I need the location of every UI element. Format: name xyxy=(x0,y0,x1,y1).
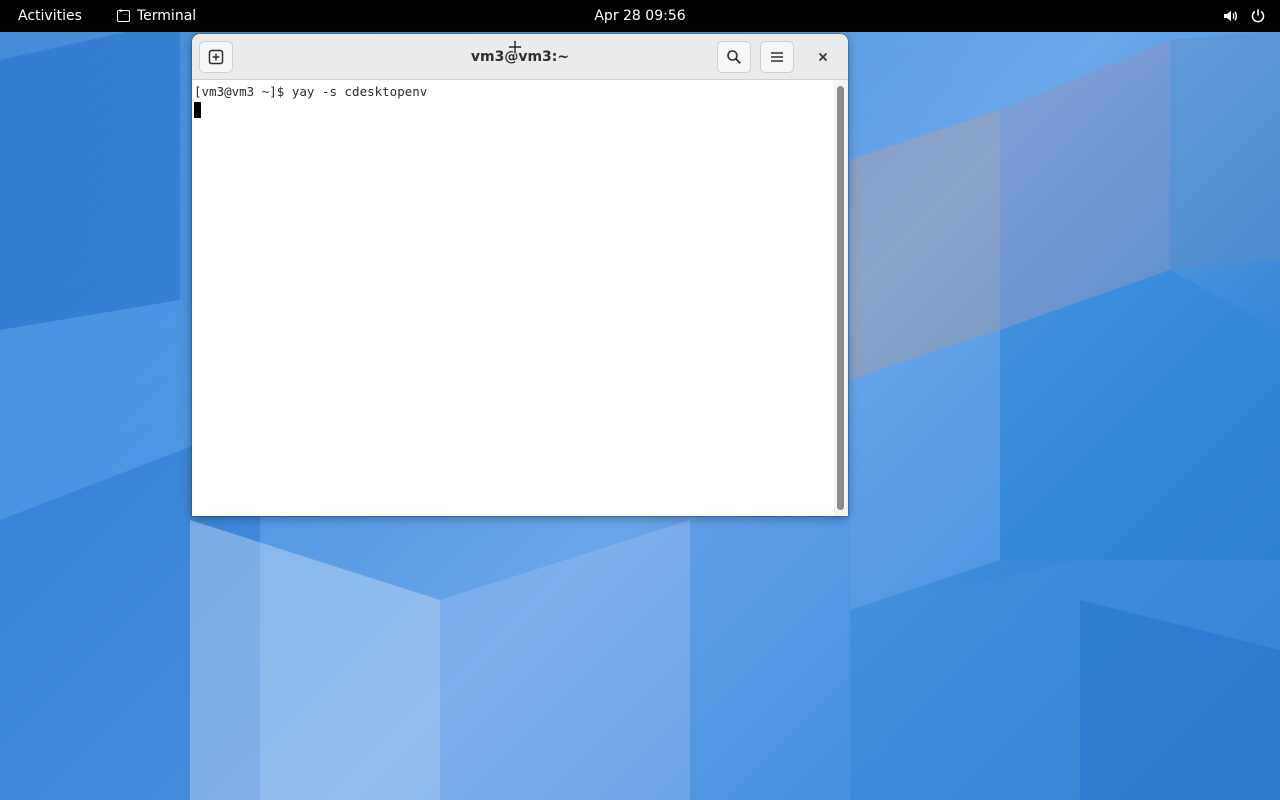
app-menu-label: Terminal xyxy=(137,8,197,24)
terminal-icon xyxy=(117,7,130,22)
top-bar: Activities Terminal Apr 28 09:56 xyxy=(0,0,1280,32)
volume-icon xyxy=(1224,11,1237,21)
clock[interactable]: Apr 28 09:56 xyxy=(594,8,685,24)
close-icon xyxy=(818,52,828,62)
terminal-prompt-line: [vm3@vm3 ~]$ yay -s cdesktopenv xyxy=(194,84,428,99)
text-cursor xyxy=(194,102,201,118)
terminal-scrollbar[interactable] xyxy=(834,80,848,516)
activities-button[interactable]: Activities xyxy=(18,0,82,32)
search-icon xyxy=(727,50,741,64)
system-menu[interactable] xyxy=(1222,0,1266,32)
move-cursor-icon xyxy=(508,40,522,54)
hamburger-menu-icon xyxy=(771,52,783,62)
power-icon xyxy=(1251,9,1265,23)
terminal-window: vm3@vm3:~ [vm3@vm3 ~]$ yay -s cdesktopen… xyxy=(192,34,848,516)
terminal-output[interactable]: [vm3@vm3 ~]$ yay -s cdesktopenv xyxy=(192,80,834,516)
scrollbar-thumb[interactable] xyxy=(837,86,844,510)
main-menu-button[interactable] xyxy=(760,41,794,73)
close-button[interactable] xyxy=(810,44,836,70)
new-tab-icon xyxy=(208,49,224,65)
app-menu-terminal[interactable]: Terminal xyxy=(117,0,196,32)
search-button[interactable] xyxy=(717,41,751,73)
new-tab-button[interactable] xyxy=(199,41,233,73)
terminal-headerbar[interactable]: vm3@vm3:~ xyxy=(192,34,848,80)
